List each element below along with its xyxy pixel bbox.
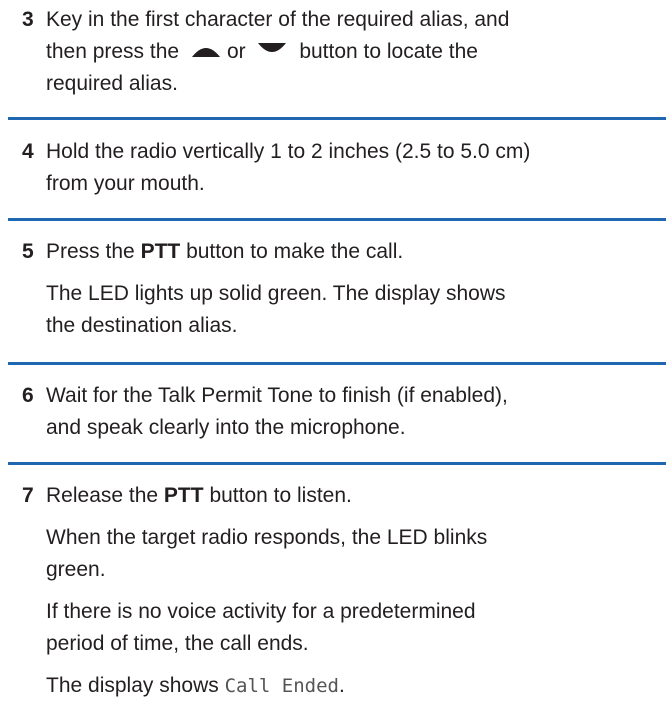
text-fragment: button to make the call. xyxy=(186,240,404,263)
text-fragment: The display shows xyxy=(46,674,219,697)
step-number: 4 xyxy=(22,140,34,163)
instruction-page: 3 Key in the first character of the requ… xyxy=(0,0,666,711)
text-paragraph: The LED lights up solid green. The displ… xyxy=(46,278,658,342)
text-paragraph: The display shows Call Ended. xyxy=(46,670,658,702)
ptt-button-label: PTT xyxy=(163,484,204,507)
text-line: Wait for the Talk Permit Tone to finish … xyxy=(46,384,508,407)
text-fragment: Release the xyxy=(46,484,159,507)
text-line: from your mouth. xyxy=(46,172,205,195)
text-paragraph: Release the PTT button to listen. xyxy=(46,480,658,512)
text-fragment: Press the xyxy=(46,240,135,263)
step-number: 6 xyxy=(22,384,34,407)
text-fragment: or xyxy=(226,40,246,63)
text-line: green. xyxy=(46,558,106,581)
text-fragment: button to listen. xyxy=(209,484,352,507)
text-fragment: . xyxy=(338,674,345,697)
step-number: 3 xyxy=(22,8,34,31)
text-line: required alias. xyxy=(46,72,178,95)
text-line: If there is no voice activity for a pred… xyxy=(46,600,476,623)
text-line: period of time, the call ends. xyxy=(46,632,309,655)
text-fragment: button to locate the xyxy=(299,40,478,63)
step-number: 5 xyxy=(22,240,34,263)
down-arrow-icon xyxy=(258,43,287,53)
step-text: Hold the radio vertically 1 to 2 inches … xyxy=(46,136,658,200)
section-divider xyxy=(8,218,666,221)
text-paragraph: If there is no voice activity for a pred… xyxy=(46,596,658,660)
text-line: the destination alias. xyxy=(46,314,238,337)
text-line: The LED lights up solid green. The displ… xyxy=(46,282,506,305)
text-fragment: then press the xyxy=(46,40,180,63)
step-text: Wait for the Talk Permit Tone to finish … xyxy=(46,380,658,444)
text-line: then press the or button to locate the xyxy=(46,36,658,68)
section-divider xyxy=(8,117,666,120)
section-divider xyxy=(8,362,666,365)
text-line: Hold the radio vertically 1 to 2 inches … xyxy=(46,140,531,163)
text-paragraph: Press the PTT button to make the call. xyxy=(46,236,658,268)
text-line: When the target radio responds, the LED … xyxy=(46,526,488,549)
ptt-button-label: PTT xyxy=(140,240,181,263)
step-text: Press the PTT button to make the call. T… xyxy=(46,236,658,342)
text-paragraph: When the target radio responds, the LED … xyxy=(46,522,658,586)
section-divider xyxy=(8,462,666,465)
step-text: Release the PTT button to listen. When t… xyxy=(46,480,658,702)
text-line: Key in the first character of the requir… xyxy=(46,8,510,31)
step-number: 7 xyxy=(22,484,34,507)
text-line: and speak clearly into the microphone. xyxy=(46,416,406,439)
display-message: Call Ended xyxy=(224,675,339,697)
up-arrow-icon xyxy=(191,48,220,58)
step-text: Key in the first character of the requir… xyxy=(46,4,658,100)
